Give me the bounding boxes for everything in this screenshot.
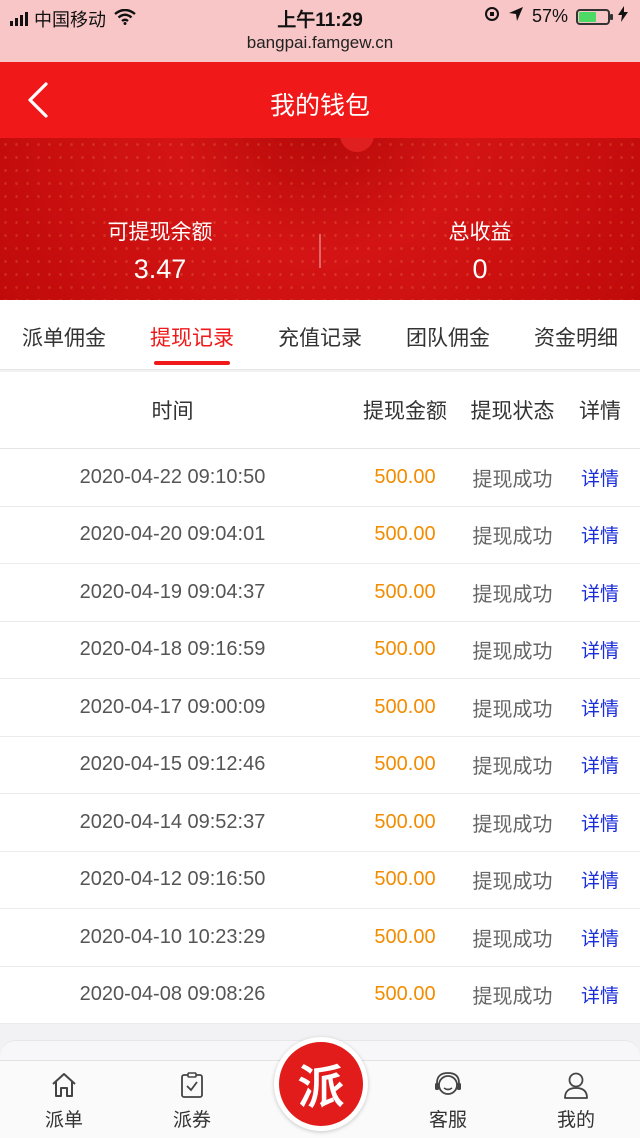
nav-label: 派单 [44,1110,83,1131]
center-dispatch-button[interactable]: 派 [274,1037,368,1131]
header-amount: 提现金额 [363,400,447,423]
nav-label: 派券 [172,1110,211,1131]
row-detail-link[interactable]: 详情 [560,694,640,721]
tab-dispatch-commission[interactable]: 派单佣金 [0,300,128,369]
tab-team-commission[interactable]: 团队佣金 [384,300,512,369]
nav-item-support[interactable]: 客服 [398,1067,498,1132]
row-status: 提现成功 [472,928,553,951]
table-row: 2020-04-12 09:16:50 500.00 提现成功 详情 [0,852,640,909]
row-detail-link[interactable]: 详情 [560,636,640,663]
row-detail-link[interactable]: 详情 [560,464,640,491]
withdrawable-label: 可提现余额 [107,221,213,244]
row-time: 2020-04-15 09:12:46 [79,753,266,776]
table-row: 2020-04-15 09:12:46 500.00 提现成功 详情 [0,737,640,794]
row-amount: 500.00 [374,810,436,833]
table-row: 2020-04-22 09:10:50 500.00 提现成功 详情 [0,449,640,507]
clipboard-check-icon [142,1067,242,1103]
center-button-logo: 派 [298,1060,344,1114]
header-detail: 详情 [579,400,621,423]
row-time: 2020-04-18 09:16:59 [79,638,266,661]
row-status: 提现成功 [472,583,553,606]
row-time: 2020-04-14 09:52:37 [79,810,266,833]
total-earnings-label: 总收益 [448,221,512,244]
row-status: 提现成功 [472,526,553,549]
total-earnings-value: 0 [472,254,488,284]
row-time: 2020-04-12 09:16:50 [79,868,266,891]
location-icon [508,6,524,27]
nav-label: 客服 [428,1110,467,1131]
row-time: 2020-04-19 09:04:37 [79,580,266,603]
home-icon [14,1067,114,1103]
table-header: 时间 提现金额 提现状态 详情 [0,372,640,449]
app-header: 我的钱包 [0,62,640,138]
nav-item-mine[interactable]: 我的 [526,1067,626,1132]
row-detail-link[interactable]: 详情 [560,521,640,548]
wallet-tabs: 派单佣金 提现记录 充值记录 团队佣金 资金明细 [0,300,640,370]
table-row: 2020-04-10 10:23:29 500.00 提现成功 详情 [0,909,640,967]
page-title: 我的钱包 [269,92,370,120]
row-status: 提现成功 [472,641,553,664]
wallet-banner: 可提现余额 3.47 总收益 0 [0,138,640,300]
table-row: 2020-04-20 09:04:01 500.00 提现成功 详情 [0,507,640,564]
row-status: 提现成功 [472,756,553,779]
user-icon [526,1067,626,1103]
status-bar: 中国移动 上午11:29 bangpai.famgew.cn 57% [0,0,640,62]
tab-withdrawal-records[interactable]: 提现记录 [128,300,256,369]
battery-icon [576,8,613,25]
row-detail-link[interactable]: 详情 [560,579,640,606]
status-right: 57% [484,6,628,27]
nav-item-dispatch[interactable]: 派单 [14,1067,114,1132]
nav-item-coupons[interactable]: 派券 [142,1067,242,1132]
headset-icon [398,1067,498,1103]
nav-label: 我的 [556,1110,595,1131]
row-status: 提现成功 [472,698,553,721]
withdrawal-table: 时间 提现金额 提现状态 详情 2020-04-22 09:10:50 500.… [0,372,640,1024]
row-detail-link[interactable]: 详情 [560,809,640,836]
row-time: 2020-04-10 10:23:29 [79,925,266,948]
row-amount: 500.00 [374,465,436,488]
row-status: 提现成功 [472,813,553,836]
row-amount: 500.00 [374,925,436,948]
row-detail-link[interactable]: 详情 [560,751,640,778]
withdrawable-balance: 可提现余额 3.47 [0,216,320,285]
table-row: 2020-04-17 09:00:09 500.00 提现成功 详情 [0,679,640,737]
battery-percent: 57% [531,6,568,26]
row-amount: 500.00 [374,695,436,718]
row-amount: 500.00 [374,753,436,776]
row-time: 2020-04-20 09:04:01 [79,523,266,546]
row-time: 2020-04-08 09:08:26 [79,983,266,1006]
row-time: 2020-04-22 09:10:50 [79,465,266,488]
row-amount: 500.00 [374,868,436,891]
row-time: 2020-04-17 09:00:09 [79,695,266,718]
table-row: 2020-04-14 09:52:37 500.00 提现成功 详情 [0,794,640,852]
row-detail-link[interactable]: 详情 [560,981,640,1008]
url-text: bangpai.famgew.cn [246,33,394,52]
row-status: 提现成功 [472,986,553,1009]
row-status: 提现成功 [472,871,553,894]
table-row: 2020-04-18 09:16:59 500.00 提现成功 详情 [0,622,640,679]
row-detail-link[interactable]: 详情 [560,866,640,893]
table-row: 2020-04-19 09:04:37 500.00 提现成功 详情 [0,564,640,622]
row-detail-link[interactable]: 详情 [560,924,640,951]
header-status: 提现状态 [470,400,555,423]
row-amount: 500.00 [374,580,436,603]
row-status: 提现成功 [472,468,553,491]
row-amount: 500.00 [374,523,436,546]
header-time: 时间 [151,400,194,423]
charging-icon [618,6,628,27]
tab-recharge-records[interactable]: 充值记录 [256,300,384,369]
orientation-lock-icon [484,6,500,27]
table-row: 2020-04-08 09:08:26 500.00 提现成功 详情 [0,967,640,1024]
row-amount: 500.00 [374,983,436,1006]
tab-fund-details[interactable]: 资金明细 [512,300,640,369]
row-amount: 500.00 [374,638,436,661]
withdrawable-value: 3.47 [133,254,187,284]
total-earnings: 总收益 0 [320,216,640,285]
